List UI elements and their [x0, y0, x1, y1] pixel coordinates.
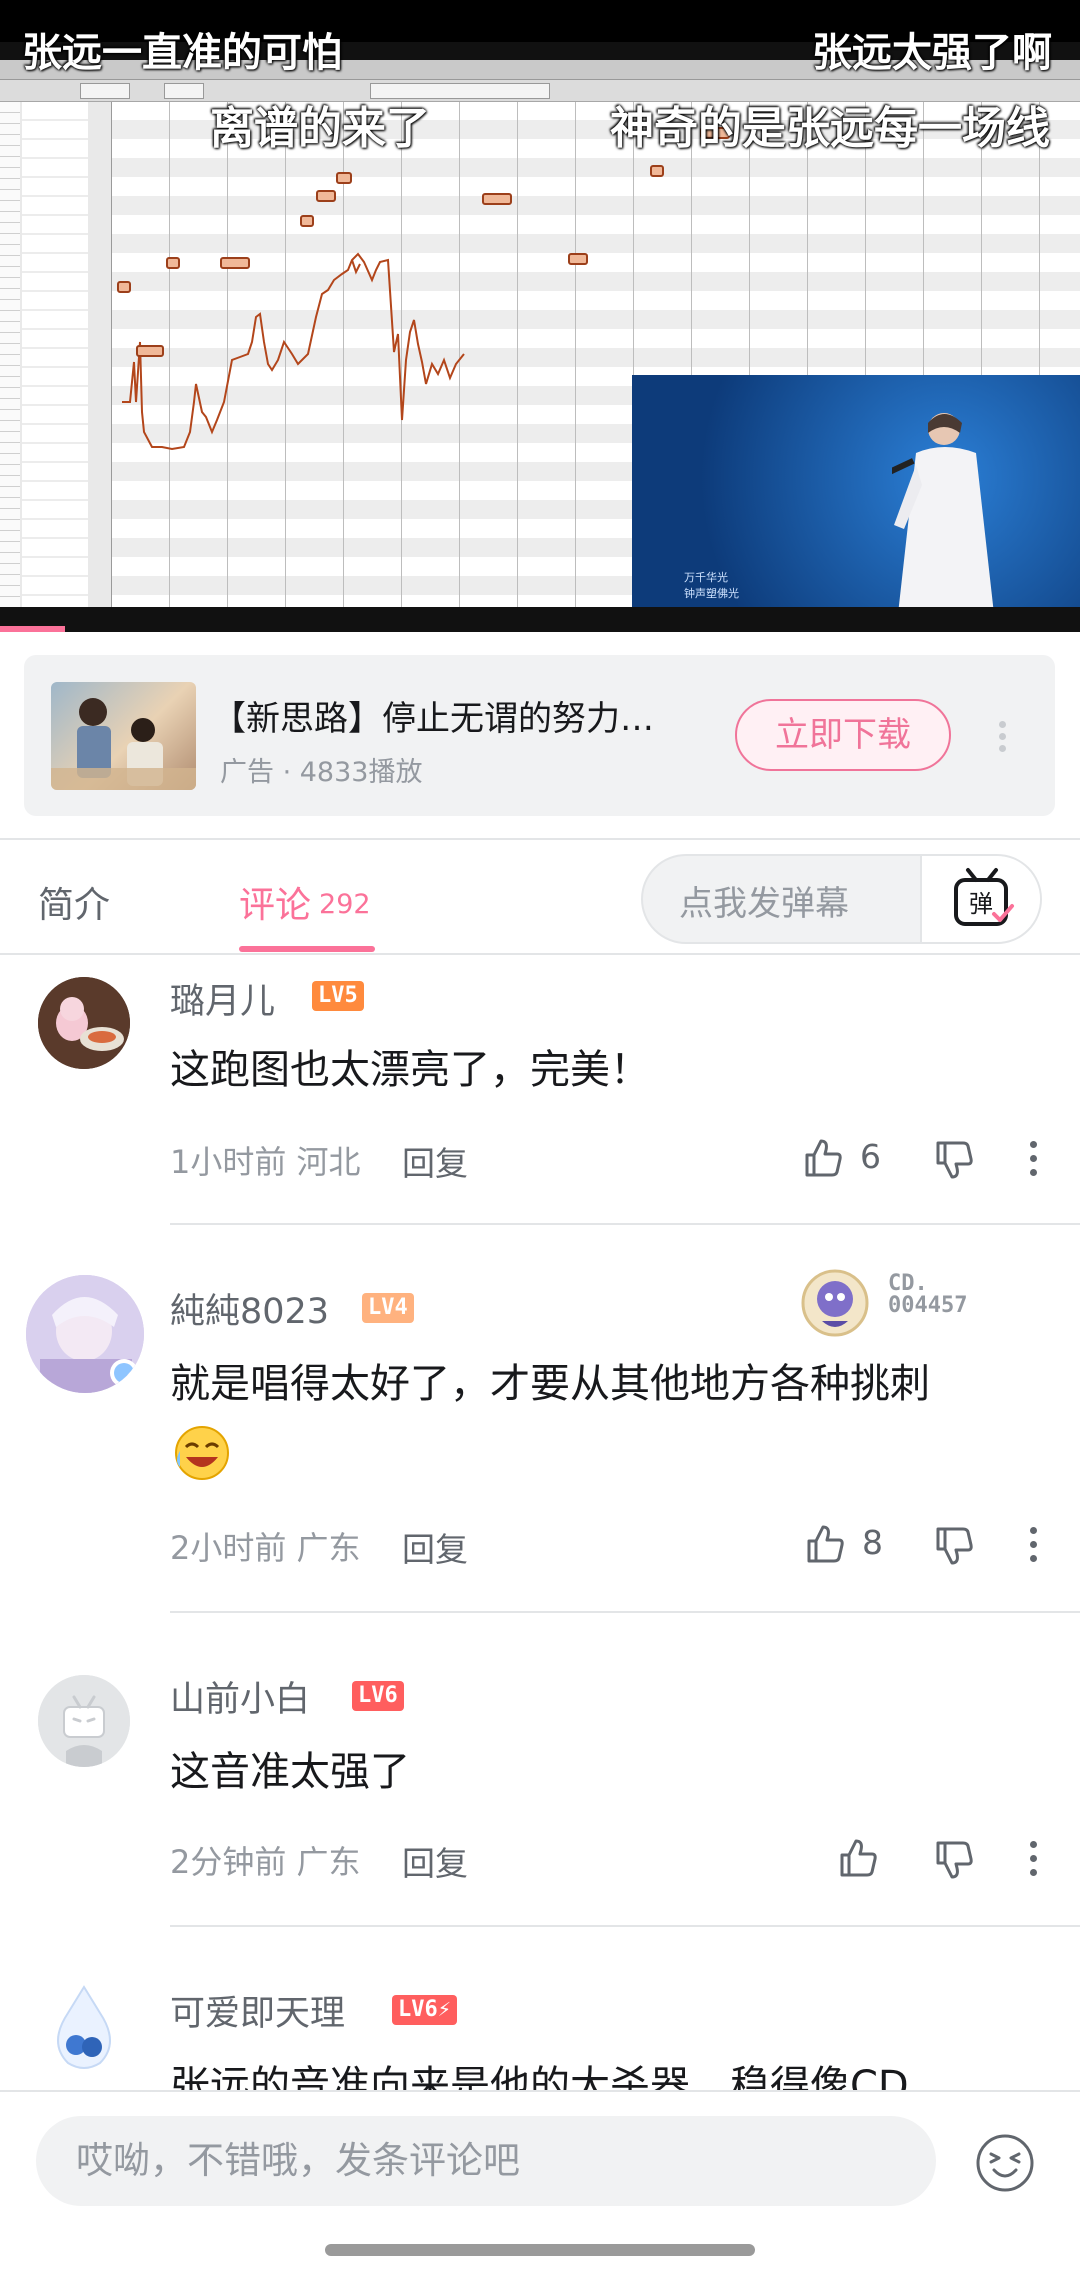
thumbs-down-icon[interactable] [932, 1139, 976, 1183]
video-frame-keyboard [0, 102, 112, 607]
comment-text: 就是唱得太好了，才要从其他地方各种挑刺 [170, 1353, 1050, 1485]
reply-button[interactable]: 回复 [402, 1837, 468, 1885]
emoji-face-icon[interactable] [974, 2132, 1036, 2194]
pitch-note [117, 281, 131, 293]
danmaku-toggle-button[interactable]: 弹 [920, 856, 1040, 942]
tab-comments-label: 评论 [239, 885, 312, 926]
tab-bar: 简介 评论 292 点我发弹幕 弹 [0, 840, 1080, 955]
emoji-laugh-icon [175, 1426, 229, 1480]
comment-item: 璐月儿 LV5 这跑图也太漂亮了，完美！ 1小时前 河北 回复 6 [0, 955, 1080, 1225]
fan-badge[interactable]: CD. 004457 [800, 1263, 1000, 1343]
comment-item: 純純8023 LV4 CD. 004457 就是唱得太好了，才要从其他地方各种挑… [0, 1225, 1080, 1613]
tab-comments-count: 292 [319, 889, 371, 920]
download-button[interactable]: 立即下载 [735, 699, 951, 771]
thumbs-down-icon[interactable] [932, 1525, 976, 1569]
comment-item: 山前小白 LV6 这音准太强了 2分钟前 广东 回复 [0, 1613, 1080, 1927]
comment-item: 可爱即天理 LV6⚡ 张远的音准向来是他的大杀器，稳得像CD [0, 1927, 1080, 2090]
reply-button[interactable]: 回复 [402, 1137, 468, 1185]
avatar-image [38, 977, 130, 1069]
danmaku-comment: 张远太强了啊 [812, 30, 1052, 76]
picture-in-picture-singer: 万千华光 钟声塑佛光 [632, 375, 1080, 632]
default-tv-avatar-icon [38, 1675, 130, 1767]
danmaku-comment: 张远一直准的可怕 [22, 30, 342, 76]
like-count: 6 [860, 1137, 881, 1176]
comment-text: 张远的音准向来是他的大杀器，稳得像CD [170, 2063, 909, 2090]
pitch-note [568, 253, 588, 265]
pitch-note [166, 257, 180, 269]
level-badge: LV4 [362, 1293, 414, 1323]
ad-title[interactable]: 【新思路】停止无谓的努力… [212, 691, 654, 740]
comment-username[interactable]: 純純8023 [170, 1283, 329, 1334]
ad-thumbnail[interactable] [51, 682, 196, 790]
comment-time-location: 2分钟前 广东 [170, 1843, 361, 1881]
danmaku-comment: 离谱的来了 [210, 103, 430, 154]
active-tab-indicator [239, 946, 375, 952]
tv-danmaku-icon: 弹 [954, 868, 1014, 926]
level-badge-text: LV6 [398, 1997, 438, 2022]
pitch-note [136, 345, 164, 357]
level-badge: LV6 [352, 1681, 404, 1711]
avatar[interactable] [26, 1275, 144, 1393]
danmaku-comment: 神奇的是张远每一场线 [610, 103, 1050, 154]
comment-text-body: 就是唱得太好了，才要从其他地方各种挑刺 [170, 1361, 930, 1407]
ad-meta: 广告 · 4833播放 [220, 757, 423, 788]
avatar-image [57, 1985, 111, 2069]
pip-caption-line: 万千华光 [684, 571, 728, 584]
pitch-note [220, 257, 250, 269]
lightning-icon: ⚡ [437, 1997, 451, 2022]
danmaku-entry[interactable]: 点我发弹幕 弹 [641, 854, 1042, 944]
level-badge: LV6⚡ [392, 1995, 457, 2025]
pitch-note [300, 215, 314, 227]
singer-figure [892, 413, 996, 632]
avatar-image [26, 1275, 144, 1393]
avatar[interactable] [38, 1983, 130, 2075]
reply-button[interactable]: 回复 [402, 1523, 468, 1571]
home-indicator[interactable] [325, 2244, 755, 2256]
pip-caption-line: 钟声塑佛光 [684, 587, 739, 600]
video-player[interactable]: 万千华光 钟声塑佛光 张远一直准的可怕 张远太强了啊 离谱的来了 神奇的是张远每… [0, 0, 1080, 632]
thumbs-up-icon[interactable] [803, 1521, 847, 1565]
pitch-note [316, 190, 336, 202]
tab-intro[interactable]: 简介 [38, 876, 110, 928]
more-vertical-icon[interactable] [992, 715, 1012, 759]
comment-username[interactable]: 可爱即天理 [170, 1985, 345, 2036]
comment-text: 这跑图也太漂亮了，完美！ [170, 1047, 650, 1093]
comment-input[interactable]: 哎呦，不错哦，发条评论吧 [36, 2116, 936, 2206]
comment-username[interactable]: 山前小白 [170, 1671, 310, 1722]
pitch-note [336, 172, 352, 184]
more-vertical-icon[interactable] [1026, 1525, 1042, 1565]
danmaku-input[interactable]: 点我发弹幕 [679, 876, 849, 925]
ad-thumbnail-image [51, 698, 196, 790]
avatar[interactable] [38, 1675, 130, 1767]
thumbs-down-icon[interactable] [932, 1839, 976, 1883]
comment-username[interactable]: 璐月儿 [170, 973, 275, 1024]
avatar[interactable] [38, 977, 130, 1069]
more-vertical-icon[interactable] [1026, 1139, 1042, 1179]
comment-time-location: 2小时前 广东 [170, 1529, 361, 1567]
ad-card[interactable]: 【新思路】停止无谓的努力… 广告 · 4833播放 立即下载 [24, 655, 1055, 816]
video-frame-footer [0, 607, 1080, 632]
comment-text: 这音准太强了 [170, 1749, 410, 1795]
playback-progress-bar[interactable] [0, 626, 65, 632]
comment-composer: 哎呦，不错哦，发条评论吧 [0, 2090, 1080, 2276]
fan-medal-icon [801, 1269, 869, 1337]
pitch-note [482, 193, 512, 205]
pitch-note [650, 165, 664, 177]
more-vertical-icon[interactable] [1026, 1839, 1042, 1879]
danmaku-button-label: 弹 [969, 890, 993, 918]
level-badge: LV5 [312, 981, 364, 1011]
like-count: 8 [862, 1523, 883, 1562]
tab-comments[interactable]: 评论 292 [239, 876, 371, 928]
thumbs-up-icon[interactable] [836, 1835, 880, 1879]
fan-badge-number: CD. 004457 [888, 1271, 968, 1318]
comment-time-location: 1小时前 河北 [170, 1143, 361, 1181]
thumbs-up-icon[interactable] [801, 1135, 845, 1179]
